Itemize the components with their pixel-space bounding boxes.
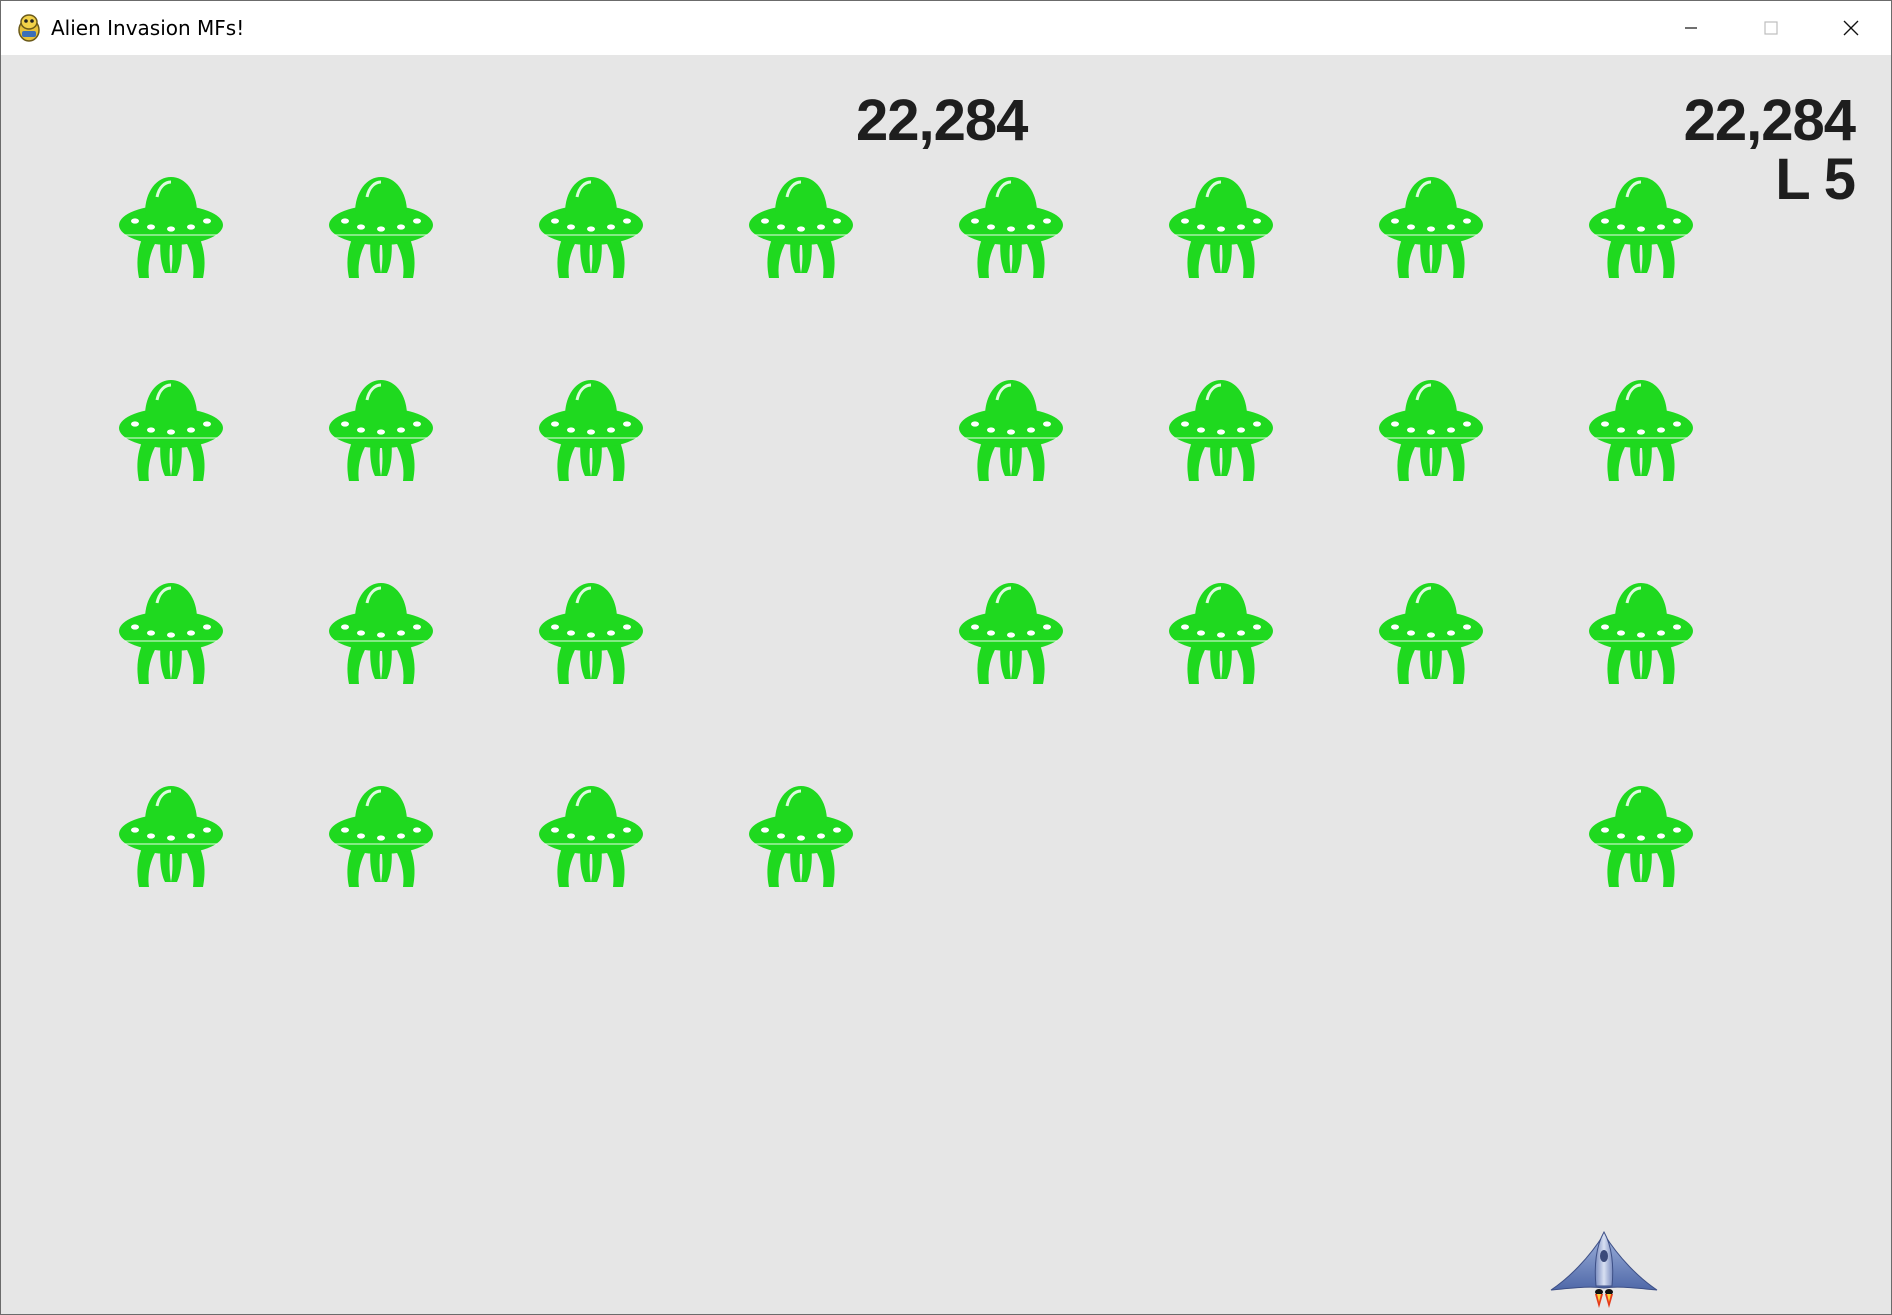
game-window: Alien Invasion MFs! 22,284 22,284 L 5 [0, 0, 1892, 1315]
alien-ufo-icon [539, 177, 643, 278]
alien-ufo-icon [1379, 380, 1483, 481]
alien-ufo-icon [749, 177, 853, 278]
alien-ufo-icon [539, 583, 643, 684]
window-title: Alien Invasion MFs! [51, 16, 245, 40]
alien-ufo-icon [959, 177, 1063, 278]
alien-ufo-icon [959, 380, 1063, 481]
alien-ufo-icon [539, 380, 643, 481]
maximize-icon [1764, 21, 1778, 35]
game-playfield[interactable]: 22,284 22,284 L 5 [1, 55, 1891, 1314]
alien-ufo-icon [119, 786, 223, 887]
minimize-icon [1685, 27, 1697, 29]
high-score: 22,284 [1683, 88, 1856, 153]
alien-ufo-icon [959, 583, 1063, 684]
alien-ufo-icon [539, 786, 643, 887]
alien-ufo-icon [1169, 380, 1273, 481]
alien-ufo-icon [1379, 177, 1483, 278]
rocket-ship-icon [1550, 1230, 1658, 1308]
alien-ufo-icon [329, 786, 433, 887]
alien-ufo-icon [1589, 583, 1693, 684]
alien-ufo-icon [329, 380, 433, 481]
close-button[interactable] [1811, 1, 1891, 55]
current-score: 22,284 [856, 88, 1028, 153]
minimize-button[interactable] [1651, 1, 1731, 55]
alien-ufo-icon [749, 786, 853, 887]
window-controls [1651, 1, 1891, 55]
close-icon [1843, 20, 1859, 36]
alien-ufo-icon [119, 583, 223, 684]
level-indicator: L 5 [1775, 147, 1856, 212]
alien-ufo-icon [329, 177, 433, 278]
alien-ufo-icon [119, 177, 223, 278]
alien-ufo-icon [1169, 583, 1273, 684]
alien-ufo-icon [1589, 380, 1693, 481]
alien-ufo-icon [329, 583, 433, 684]
title-bar[interactable]: Alien Invasion MFs! [1, 1, 1891, 55]
maximize-button[interactable] [1731, 1, 1811, 55]
alien-ufo-icon [1589, 786, 1693, 887]
alien-ufo-icon [1379, 583, 1483, 684]
alien-ufo-icon [119, 380, 223, 481]
alien-ufo-icon [1589, 177, 1693, 278]
alien-ufo-icon [1169, 177, 1273, 278]
pygame-snake-icon [18, 14, 40, 42]
